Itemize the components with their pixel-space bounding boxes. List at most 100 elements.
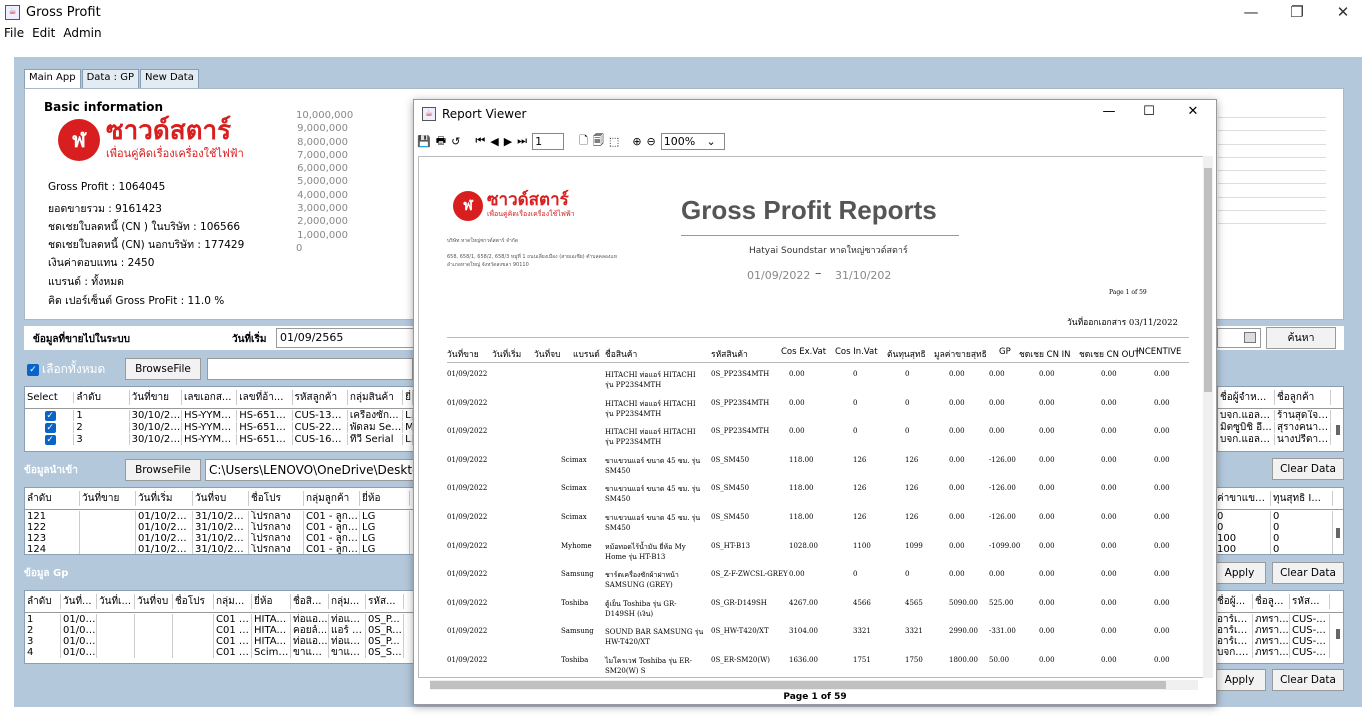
table-row[interactable]: 101/09...C01 - ...HITA...ท่อแอ...ท่อแอ..… xyxy=(25,614,413,625)
rv-close-button[interactable]: ✕ xyxy=(1178,104,1208,119)
table-row[interactable]: อาร์เซ... ภทรา... CUS-... xyxy=(1215,614,1343,625)
minimize-button[interactable]: — xyxy=(1228,0,1274,26)
col-header[interactable]: ชื่อสิ... xyxy=(291,594,329,609)
col-header[interactable]: ทุนสุทธิ I... xyxy=(1271,491,1333,506)
table-row[interactable]: 100 0 xyxy=(1215,544,1343,554)
table-row[interactable]: 201/09... C01 - ...HITA...คอยล์...แอร์ S.… xyxy=(25,625,413,636)
col-header[interactable]: Select xyxy=(25,392,75,403)
browse-file-button-2[interactable]: BrowseFile xyxy=(125,459,201,481)
import-path-input[interactable]: C:\Users\LENOVO\OneDrive\Desktop\CN- xyxy=(205,459,414,481)
table-row[interactable]: 124 01/10/2022 31/10/2022 โปรกลาง C01 - ลูกค… xyxy=(25,544,413,554)
col-header[interactable]: วันที่จบ xyxy=(193,491,249,506)
table-row[interactable]: อาร์เซ... ภทรา... CUS-... xyxy=(1215,636,1343,647)
zoom-out-icon[interactable]: ⊖ xyxy=(647,135,656,148)
scrollbar-thumb[interactable] xyxy=(430,681,1166,689)
col-header[interactable]: รหัส... xyxy=(366,594,404,609)
fit-width-icon[interactable]: ⬚ xyxy=(609,135,619,148)
table-row[interactable]: อาร์เซ... ภทรา... CUS-... xyxy=(1215,625,1343,636)
col-header[interactable]: วันที่เ... xyxy=(97,594,135,609)
col-header[interactable]: ยี่ห้อ xyxy=(360,491,410,506)
print-icon[interactable]: 🖶 xyxy=(436,132,446,151)
page-number-input[interactable]: 1 xyxy=(532,132,565,150)
scrollbar-thumb[interactable] xyxy=(1336,425,1340,435)
maximize-button[interactable]: ❐ xyxy=(1274,0,1320,26)
col-header[interactable]: ชื่อลู... xyxy=(1253,594,1290,609)
table-row[interactable]: มิตซูบิชิ อี... สุรางคนา ... xyxy=(1218,422,1343,433)
col-header[interactable]: ยี่ห้อ xyxy=(252,594,291,609)
col-header[interactable]: วันที่... xyxy=(61,594,97,609)
table-row[interactable]: 123 01/10/2022 31/10/2022 โปรกลาง C01 - ลูกค… xyxy=(25,533,413,544)
col-header[interactable]: กลุ่ม... xyxy=(214,594,252,609)
clear-data-button-2[interactable]: Clear Data xyxy=(1272,562,1344,584)
rv-minimize-button[interactable]: — xyxy=(1094,104,1124,119)
col-header[interactable]: ลำดับ xyxy=(25,594,61,609)
search-button[interactable]: ค้นหา xyxy=(1266,327,1336,349)
col-header[interactable]: กลุ่ม... xyxy=(329,594,366,609)
tab-data-gp[interactable]: Data : GP xyxy=(81,69,139,88)
menu-edit[interactable]: Edit xyxy=(32,26,55,40)
apply-button-2[interactable]: Apply xyxy=(1213,669,1266,691)
col-header[interactable]: ชื่อผู้จำห... xyxy=(1218,390,1275,405)
browse-file-button-1[interactable]: BrowseFile xyxy=(125,358,201,380)
zoom-in-icon[interactable]: ⊕ xyxy=(632,135,641,148)
table-row[interactable]: 301/09...C01 - ...HITA...ท่อแอ...ท่อแอ..… xyxy=(25,636,413,647)
table-row[interactable]: 00 xyxy=(1215,522,1343,533)
col-header[interactable]: รหัส... xyxy=(1290,594,1330,609)
calendar-icon[interactable] xyxy=(1244,332,1256,343)
save-icon[interactable]: 💾 xyxy=(417,135,431,148)
menu-file[interactable]: File xyxy=(4,26,24,40)
col-header[interactable]: ยี่ xyxy=(403,390,413,405)
row-checkbox[interactable]: ✓ xyxy=(25,434,75,445)
col-header[interactable]: ชื่อผู้... xyxy=(1215,594,1253,609)
table-row[interactable]: บจก.แอลจี ... ร้านสุดใจเ... xyxy=(1218,410,1343,421)
col-header[interactable]: ชื่อโปร xyxy=(249,491,304,506)
table-row[interactable]: 100 0 xyxy=(1215,533,1343,544)
table-row[interactable]: 00 xyxy=(1215,511,1343,522)
last-page-icon[interactable]: ⏭ xyxy=(517,134,527,148)
menu-admin[interactable]: Admin xyxy=(63,26,101,40)
row-checkbox[interactable]: ✓ xyxy=(25,422,75,433)
table-row[interactable]: บจก.โ... ภทรา... CUS-... xyxy=(1215,647,1343,658)
tab-main-app[interactable]: Main App xyxy=(24,69,81,89)
end-date-input[interactable] xyxy=(1217,328,1261,348)
table-row[interactable]: 401/09...C01 - ...Scimaxขาแข...ขาแข...0S… xyxy=(25,647,413,658)
row-checkbox[interactable]: ✓ xyxy=(25,410,75,421)
scrollbar-thumb[interactable] xyxy=(1336,629,1340,639)
col-header[interactable]: ลำดับ xyxy=(74,390,130,405)
clear-data-button-1[interactable]: Clear Data xyxy=(1272,458,1344,480)
col-header[interactable]: ค่าขาแขว... xyxy=(1215,491,1271,506)
start-date-input[interactable]: 01/09/2565 xyxy=(276,328,414,348)
table-row[interactable]: 122 01/10/2022 31/10/2022 โปรกลาง C01 - ลูกค… xyxy=(25,522,413,533)
col-header[interactable]: เลขเอกส... xyxy=(182,390,238,405)
col-header[interactable]: รหัสลูกค้า xyxy=(293,390,348,405)
col-header[interactable]: ลำดับ xyxy=(25,491,80,506)
table-row[interactable]: 121 01/10/2022 31/10/2022 โปรกลาง C01 - ลูกค… xyxy=(25,511,413,522)
scrollbar-thumb[interactable] xyxy=(1336,528,1340,538)
next-page-icon[interactable]: ▶ xyxy=(504,135,512,148)
apply-button-1[interactable]: Apply xyxy=(1213,562,1266,584)
col-header[interactable]: วันที่จบ xyxy=(135,594,173,609)
col-header[interactable]: วันที่เริ่ม xyxy=(136,491,193,506)
horizontal-scrollbar[interactable] xyxy=(430,680,1198,690)
close-button[interactable]: ✕ xyxy=(1320,0,1366,26)
refresh-icon[interactable]: ↺ xyxy=(451,135,460,148)
col-header[interactable]: วันที่ขาย xyxy=(80,491,136,506)
scrollbar-thumb[interactable] xyxy=(1204,168,1212,392)
vertical-scrollbar[interactable] xyxy=(1203,156,1213,678)
col-header[interactable]: วันที่ขาย xyxy=(130,390,182,405)
first-page-icon[interactable]: ⏮ xyxy=(475,134,485,148)
col-header[interactable]: กลุ่มลูกค้า xyxy=(304,491,360,506)
col-header[interactable]: ชื่อลูกค้า xyxy=(1275,390,1331,405)
prev-page-icon[interactable]: ◀ xyxy=(490,135,498,148)
browse-path-input-1[interactable] xyxy=(207,358,413,380)
table-row[interactable]: บจก.แอลจี ... นางปรีดา ... xyxy=(1218,434,1343,445)
zoom-select[interactable]: 100% ⌄ xyxy=(660,132,725,150)
col-header[interactable]: เลขที่อ้า... xyxy=(237,390,293,405)
col-header[interactable]: ชื่อโปร xyxy=(173,594,214,609)
select-all-checkbox[interactable]: ✓ เลือกทั้งหมด xyxy=(27,360,105,379)
table-row[interactable]: ✓ 1 30/10/25... HS-YYMM... HS-6510-... C… xyxy=(25,410,413,421)
table-row[interactable]: ✓ 3 30/10/25... HS-YYMM... HS-6510-... C… xyxy=(25,434,413,445)
rv-maximize-button[interactable]: ☐ xyxy=(1134,104,1164,119)
clear-data-button-3[interactable]: Clear Data xyxy=(1272,669,1344,691)
tab-new-data[interactable]: New Data xyxy=(139,69,199,88)
